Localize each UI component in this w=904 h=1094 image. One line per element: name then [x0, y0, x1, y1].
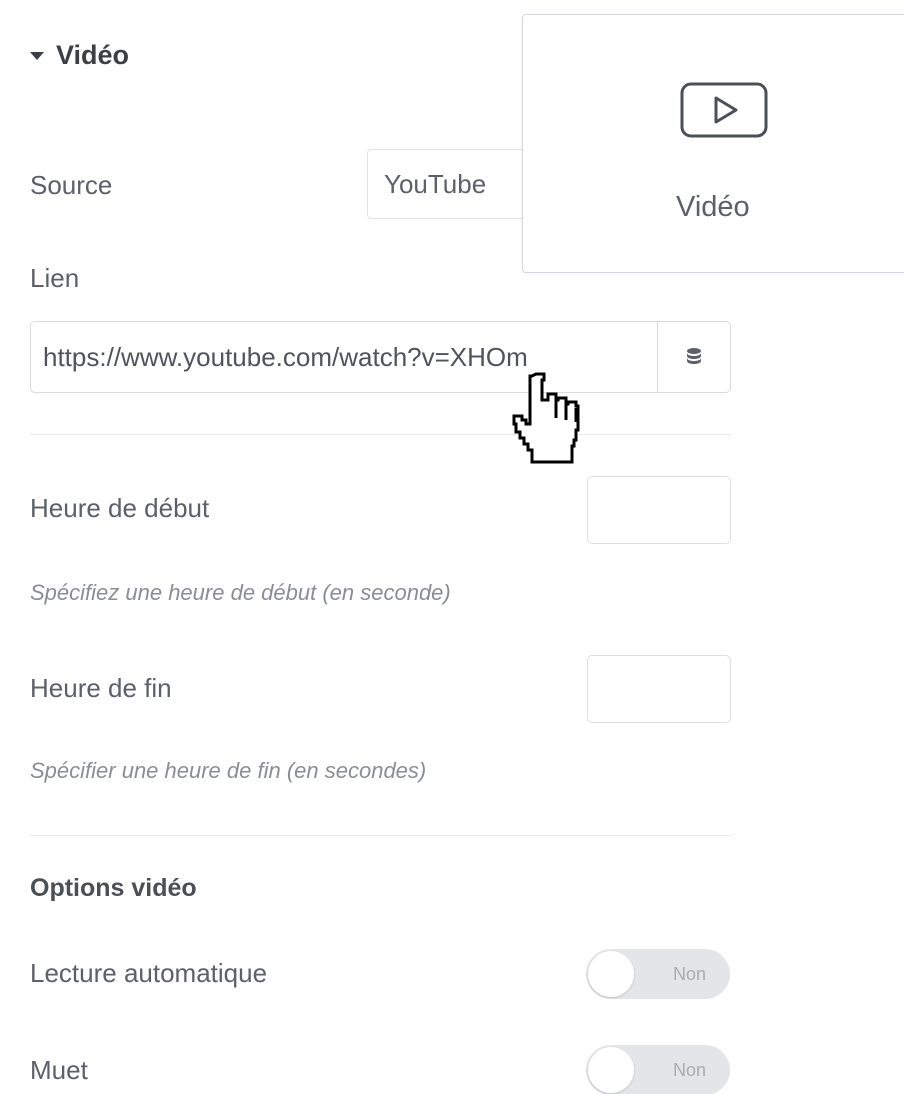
autoplay-label: Lecture automatique: [30, 958, 268, 988]
toggle-state-text: Non: [672, 964, 706, 984]
end-time-hint: Spécifier une heure de fin (en secondes): [30, 758, 427, 783]
widget-label: Vidéo: [676, 191, 750, 223]
section-header-video[interactable]: Vidéo: [30, 40, 129, 71]
start-time-input[interactable]: [587, 476, 731, 544]
database-icon: [687, 348, 701, 364]
video-play-icon: [680, 82, 768, 138]
toggle-knob: [588, 1047, 634, 1093]
divider: [30, 835, 731, 836]
link-label: Lien: [30, 263, 80, 293]
divider: [30, 434, 731, 435]
autoplay-toggle[interactable]: Non: [586, 949, 730, 999]
toggle-state-text: Non: [672, 1060, 706, 1080]
options-heading: Options vidéo: [30, 874, 197, 902]
mute-label: Muet: [30, 1055, 88, 1085]
link-field-group: [30, 321, 731, 393]
start-time-hint: Spécifiez une heure de début (en seconde…: [30, 580, 451, 605]
toggle-knob: [588, 951, 634, 997]
start-time-label: Heure de début: [30, 493, 210, 523]
end-time-input[interactable]: [587, 655, 731, 723]
hand-pointer-icon: [512, 372, 580, 464]
source-label: Source: [30, 170, 113, 200]
dynamic-tags-button[interactable]: [657, 322, 730, 392]
end-time-label: Heure de fin: [30, 673, 172, 703]
section-title: Vidéo: [56, 40, 130, 70]
mute-toggle[interactable]: Non: [586, 1045, 730, 1094]
caret-down-icon: [30, 51, 44, 60]
video-settings-panel: Vidéo Source YouTube Lien Heure de début…: [0, 0, 904, 1094]
video-widget-card[interactable]: Vidéo: [522, 14, 904, 273]
